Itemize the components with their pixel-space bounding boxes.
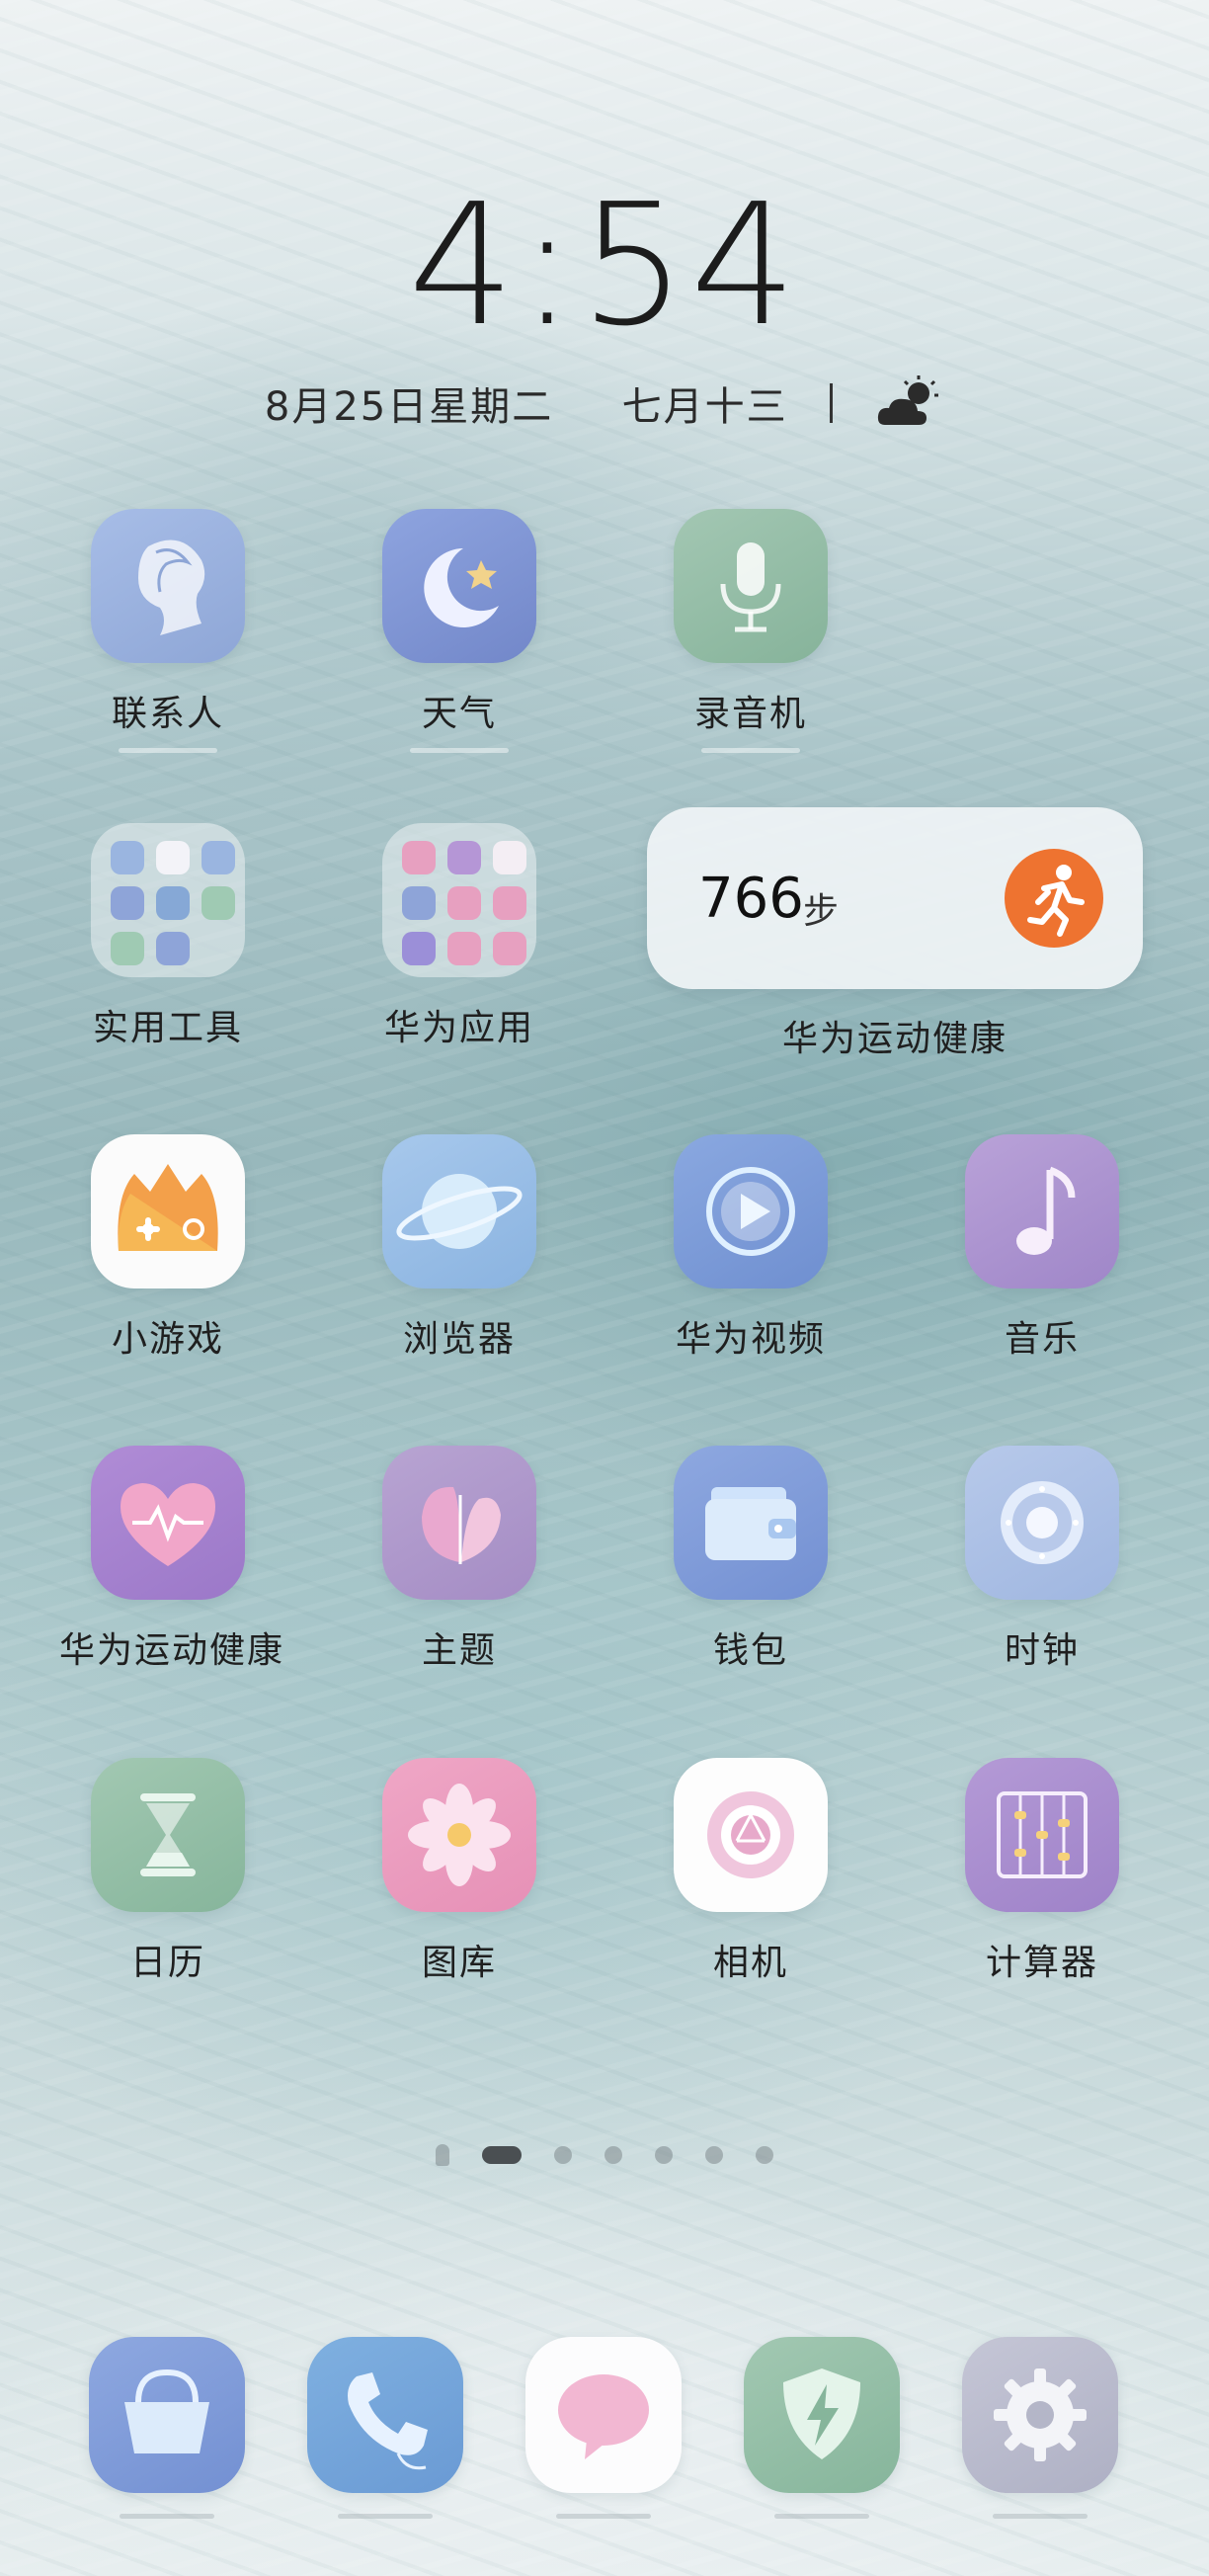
folder-tools[interactable]: 实用工具 — [59, 823, 277, 1050]
play-icon — [674, 1134, 828, 1288]
folder-icon — [91, 823, 245, 977]
app-calculator[interactable]: 计算器 — [933, 1758, 1151, 1985]
dock-app-phone-manager[interactable] — [744, 2337, 900, 2493]
divider — [830, 383, 834, 423]
app-clock[interactable]: 时钟 — [933, 1446, 1151, 1673]
page-dot[interactable] — [756, 2146, 774, 2164]
wallet-icon — [674, 1446, 828, 1600]
page-dot[interactable] — [553, 2146, 572, 2164]
app-label: 钱包 — [712, 1630, 788, 1671]
app-label: 华为应用 — [383, 1008, 534, 1048]
app-calendar[interactable]: 日历 — [59, 1758, 277, 1985]
app-label: 浏览器 — [402, 1319, 516, 1360]
butterfly-icon — [382, 1446, 536, 1600]
hourglass-icon — [91, 1758, 245, 1912]
date-line[interactable]: 8月25日星期二 七月十三 — [0, 374, 1209, 433]
shield-bolt-icon — [783, 2368, 860, 2459]
app-browser[interactable]: 浏览器 — [351, 1134, 568, 1362]
app-label: 时钟 — [1004, 1630, 1080, 1671]
steps-unit: 步 — [803, 891, 840, 932]
partly-cloudy-icon — [877, 375, 939, 425]
app-label: 主题 — [421, 1630, 497, 1671]
dock-app-settings[interactable] — [962, 2337, 1118, 2493]
folder-huawei-apps[interactable]: 华为应用 — [351, 823, 568, 1050]
dock-app-messages[interactable] — [525, 2337, 682, 2493]
message-bubble-icon — [558, 2374, 649, 2459]
app-label: 相机 — [712, 1943, 788, 1983]
app-label: 联系人 — [111, 694, 224, 734]
app-camera[interactable]: 相机 — [642, 1758, 859, 1985]
page-dot[interactable] — [705, 2146, 724, 2164]
planet-icon — [382, 1134, 536, 1288]
clock-time[interactable]: 4:54 — [0, 168, 1209, 364]
contacts-icon — [91, 509, 245, 663]
phone-icon — [348, 2372, 428, 2470]
page-dot-active[interactable] — [481, 2146, 522, 2164]
app-label: 录音机 — [693, 694, 807, 734]
page-dot[interactable] — [604, 2146, 622, 2164]
page-indicator[interactable] — [0, 2144, 1209, 2166]
app-themes[interactable]: 主题 — [351, 1446, 568, 1673]
search-page-dot[interactable] — [435, 2144, 449, 2166]
shopping-basket-icon — [124, 2368, 209, 2453]
heart-icon — [91, 1446, 245, 1600]
clock-icon — [965, 1446, 1119, 1600]
app-music[interactable]: 音乐 — [933, 1134, 1151, 1362]
app-huawei-video[interactable]: 华为视频 — [642, 1134, 859, 1362]
gear-icon — [994, 2368, 1087, 2461]
page-dot[interactable] — [655, 2146, 674, 2164]
app-label: 音乐 — [1004, 1319, 1080, 1360]
dock-app-market[interactable] — [89, 2337, 245, 2493]
microphone-icon — [674, 509, 828, 663]
runner-icon — [1005, 849, 1103, 948]
app-label: 小游戏 — [111, 1319, 224, 1360]
health-steps-widget[interactable]: 766 步 — [647, 807, 1143, 989]
date-text: 8月25日星期二 — [264, 384, 554, 430]
app-label: 图库 — [421, 1943, 497, 1983]
app-label: 华为运动健康 — [59, 1630, 285, 1671]
music-note-icon — [965, 1134, 1119, 1288]
app-label: 计算器 — [985, 1943, 1098, 1983]
camera-aperture-icon — [674, 1758, 828, 1912]
app-weather[interactable]: 天气 — [351, 509, 568, 753]
app-label: 日历 — [129, 1943, 205, 1983]
app-label: 华为视频 — [675, 1319, 826, 1360]
app-recorder[interactable]: 录音机 — [642, 509, 859, 753]
flower-icon — [382, 1758, 536, 1912]
folder-icon — [382, 823, 536, 977]
app-contacts[interactable]: 联系人 — [59, 509, 277, 753]
game-controller-icon — [91, 1134, 245, 1288]
widget-label: 华为运动健康 — [781, 1019, 1008, 1059]
weather-moon-icon — [382, 509, 536, 663]
steps-count: 766 — [698, 867, 804, 931]
abacus-icon — [965, 1758, 1119, 1912]
app-huawei-health[interactable]: 华为运动健康 — [59, 1446, 285, 1673]
app-wallet[interactable]: 钱包 — [642, 1446, 859, 1673]
app-gallery[interactable]: 图库 — [351, 1758, 568, 1985]
dock-app-phone[interactable] — [307, 2337, 463, 2493]
app-mini-games[interactable]: 小游戏 — [59, 1134, 277, 1362]
lunar-date-text: 七月十三 — [621, 384, 788, 430]
app-label: 实用工具 — [92, 1008, 243, 1048]
app-label: 天气 — [421, 694, 497, 734]
